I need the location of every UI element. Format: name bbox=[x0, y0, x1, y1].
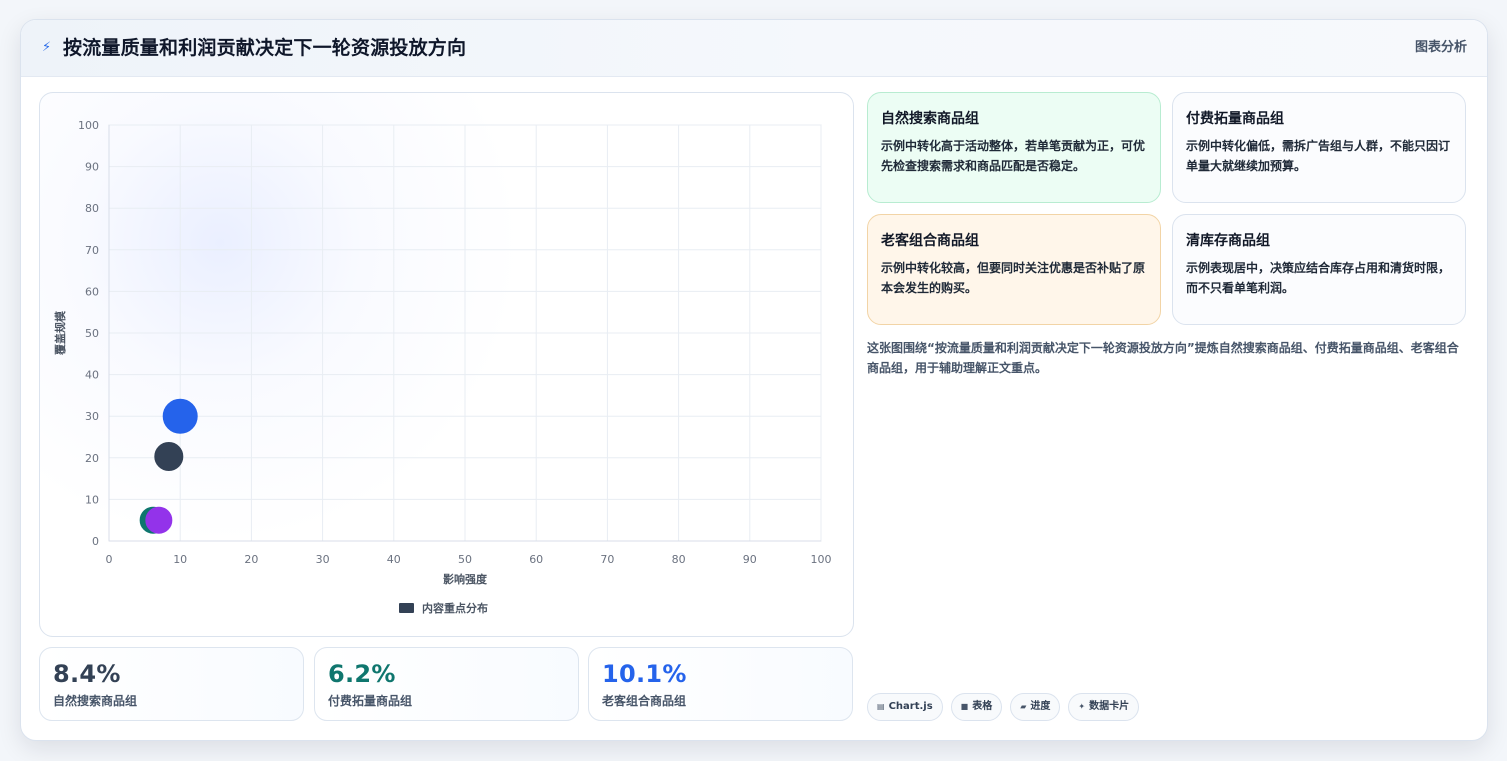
stat-value: 8.4% bbox=[53, 660, 121, 688]
stat-value: 10.1% bbox=[602, 660, 687, 688]
tag-progress[interactable]: ▰ 进度 bbox=[1010, 693, 1061, 721]
tag-chartjs[interactable]: ▤ Chart.js bbox=[867, 693, 943, 721]
y-tick-label: 40 bbox=[85, 369, 99, 382]
info-card-text: 示例中转化高于活动整体，若单笔贡献为正，可优先检查搜索需求和商品匹配是否稳定。 bbox=[881, 139, 1146, 173]
tag-label: 数据卡片 bbox=[1089, 701, 1130, 712]
info-card-returning-customer: 老客组合商品组 示例中转化较高，但要同时关注优惠是否补贴了原本会发生的购买。 bbox=[867, 214, 1161, 325]
legend-label: 内容重点分布 bbox=[422, 601, 488, 615]
x-axis-label: 影响强度 bbox=[443, 572, 488, 586]
y-tick-label: 50 bbox=[85, 327, 99, 340]
x-tick-label: 40 bbox=[387, 553, 401, 566]
feature-tags: ▤ Chart.js ■ 表格 ▰ 进度 ✦ 数据卡片 bbox=[867, 693, 1140, 721]
x-tick-label: 60 bbox=[529, 553, 543, 566]
stat-label: 自然搜索商品组 bbox=[53, 694, 138, 708]
tag-label: Chart.js bbox=[888, 701, 933, 712]
legend-swatch bbox=[399, 603, 414, 613]
info-card-text: 示例中转化偏低，需拆广告组与人群，不能只因订单量大就继续加预算。 bbox=[1186, 139, 1451, 173]
tag-data-card[interactable]: ✦ 数据卡片 bbox=[1068, 693, 1140, 721]
info-card-paid-growth: 付费拓量商品组 示例中转化偏低，需拆广告组与人群，不能只因订单量大就继续加预算。 bbox=[1172, 92, 1466, 203]
info-card-clearance: 清库存商品组 示例表现居中，决策应结合库存占用和清货时限，而不只看单笔利润。 bbox=[1172, 214, 1466, 325]
chart-page: ⚡ 按流量质量和利润贡献决定下一轮资源投放方向 图表分析 0 10 20 30 40 50… bbox=[20, 19, 1488, 741]
y-tick-label: 100 bbox=[78, 119, 99, 132]
y-tick-label: 10 bbox=[85, 493, 99, 506]
table-icon: ■ bbox=[960, 702, 969, 711]
chart-analysis-label: 图表分析 bbox=[1414, 40, 1467, 55]
scatter-point bbox=[162, 398, 198, 434]
scatter-point bbox=[145, 506, 173, 534]
info-card-text: 示例表现居中，决策应结合库存占用和清货时限，而不只看单笔利润。 bbox=[1186, 261, 1451, 295]
y-tick-label: 90 bbox=[85, 161, 99, 174]
stat-card-natural-search: 8.4% 自然搜索商品组 bbox=[39, 647, 304, 721]
page-title: 按流量质量和利润贡献决定下一轮资源投放方向 bbox=[63, 37, 467, 59]
info-card-title: 清库存商品组 bbox=[1186, 233, 1270, 249]
y-tick-label: 0 bbox=[92, 535, 99, 548]
info-card-text: 示例中转化较高，但要同时关注优惠是否补贴了原本会发生的购买。 bbox=[881, 261, 1146, 295]
stat-card-paid-growth: 6.2% 付费拓量商品组 bbox=[314, 647, 579, 721]
x-tick-label: 30 bbox=[316, 553, 330, 566]
y-axis-label: 覆盖规模 bbox=[53, 310, 67, 355]
y-tick-label: 60 bbox=[85, 285, 99, 298]
info-card-title: 付费拓量商品组 bbox=[1186, 111, 1284, 127]
x-tick-label: 20 bbox=[244, 553, 258, 566]
y-tick-label: 20 bbox=[85, 452, 99, 465]
x-tick-label: 70 bbox=[600, 553, 614, 566]
sparkle-icon: ✦ bbox=[1078, 702, 1086, 711]
tag-label: 进度 bbox=[1030, 701, 1051, 712]
chart-icon: ▤ bbox=[877, 702, 885, 711]
scatter-point bbox=[154, 442, 184, 472]
scatter-chart: 0 10 20 30 40 50 60 70 80 90 100 0 10 20 30 40 50 60 70 80 9… bbox=[53, 119, 832, 615]
scatter-chart-card: 0 10 20 30 40 50 60 70 80 90 100 0 10 20 30 40 50 60 70 80 9… bbox=[39, 92, 854, 637]
chart-summary: 这张图围绕“按流量质量和利润贡献决定下一轮资源投放方向”提炼自然搜索商品组、付费… bbox=[867, 341, 1459, 375]
info-card-title: 老客组合商品组 bbox=[881, 233, 979, 249]
x-tick-label: 10 bbox=[173, 553, 187, 566]
x-tick-label: 90 bbox=[743, 553, 757, 566]
progress-icon: ▰ bbox=[1020, 702, 1027, 711]
tag-label: 表格 bbox=[972, 701, 993, 712]
lightning-icon: ⚡ bbox=[42, 40, 52, 55]
y-tick-label: 30 bbox=[85, 410, 99, 423]
stat-value: 6.2% bbox=[328, 660, 396, 688]
x-tick-label: 100 bbox=[811, 553, 832, 566]
stat-card-returning-customer: 10.1% 老客组合商品组 bbox=[588, 647, 853, 721]
y-tick-label: 80 bbox=[85, 202, 99, 215]
x-tick-label: 80 bbox=[672, 553, 686, 566]
x-tick-label: 0 bbox=[106, 553, 113, 566]
stat-label: 付费拓量商品组 bbox=[328, 694, 413, 708]
x-tick-label: 50 bbox=[458, 553, 472, 566]
info-card-title: 自然搜索商品组 bbox=[881, 111, 979, 127]
stat-label: 老客组合商品组 bbox=[602, 694, 687, 708]
page-header: ⚡ 按流量质量和利润贡献决定下一轮资源投放方向 图表分析 bbox=[21, 20, 1487, 77]
info-card-natural-search: 自然搜索商品组 示例中转化高于活动整体，若单笔贡献为正，可优先检查搜索需求和商品… bbox=[867, 92, 1161, 203]
y-tick-label: 70 bbox=[85, 244, 99, 257]
tag-table[interactable]: ■ 表格 bbox=[950, 693, 1003, 721]
